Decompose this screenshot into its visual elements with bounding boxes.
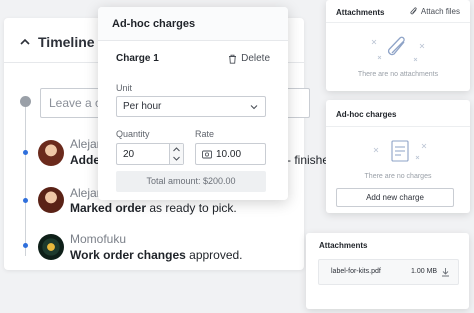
entry-author: Momofuku bbox=[70, 232, 127, 246]
paperclip-icon bbox=[410, 7, 417, 15]
chevron-up-icon[interactable] bbox=[173, 147, 180, 152]
rate-value: 10.00 bbox=[216, 149, 242, 160]
empty-state-text: There are no charges bbox=[364, 173, 432, 180]
entry-text-overflow: - finishe bbox=[287, 153, 330, 167]
entry-text: Marked order as ready to pick. bbox=[70, 201, 237, 215]
adhoc-charges-card: Ad-hoc charges There are no charges Add … bbox=[326, 100, 470, 213]
timeline-title: Timeline bbox=[38, 34, 95, 50]
entry-text: Work order changes approved. bbox=[70, 248, 243, 262]
paperclip-illustration-icon bbox=[371, 36, 425, 62]
card-title: Attachments bbox=[336, 8, 385, 17]
app-canvas: Timeline Leave a co Alejan Adde Alejan M… bbox=[0, 0, 474, 313]
avatar bbox=[38, 140, 64, 166]
attach-files-label: Attach files bbox=[420, 7, 460, 16]
rate-field[interactable]: 10.00 bbox=[195, 143, 266, 165]
attachments-card-with-file: Attachments label-for-kits.pdf 1.00 MB bbox=[306, 233, 469, 309]
money-icon bbox=[202, 150, 212, 159]
delete-button[interactable]: Delete bbox=[228, 53, 270, 64]
quantity-stepper[interactable]: 20 bbox=[116, 143, 184, 165]
file-row[interactable]: label-for-kits.pdf 1.00 MB bbox=[318, 259, 459, 285]
divider bbox=[326, 126, 470, 127]
attach-files-button[interactable]: Attach files bbox=[410, 7, 460, 16]
rate-label: Rate bbox=[195, 129, 215, 139]
unit-select[interactable]: Per hour bbox=[116, 96, 266, 117]
card-title: Attachments bbox=[319, 241, 368, 250]
timeline-dot bbox=[23, 198, 28, 203]
card-title: Ad-hoc charges bbox=[336, 110, 397, 119]
timeline-dot bbox=[23, 243, 28, 248]
chevron-up-icon bbox=[20, 38, 30, 45]
quantity-label: Quantity bbox=[116, 129, 150, 139]
timeline-dot bbox=[23, 150, 28, 155]
file-name: label-for-kits.pdf bbox=[331, 268, 381, 275]
entry-text: Adde bbox=[70, 153, 100, 167]
divider bbox=[326, 22, 470, 23]
adhoc-charges-popover: Ad-hoc charges Charge 1 Delete Unit Per … bbox=[98, 7, 288, 200]
quantity-value: 20 bbox=[123, 149, 135, 160]
charge-header: Charge 1 Delete bbox=[116, 53, 270, 64]
timeline-header[interactable]: Timeline bbox=[20, 34, 95, 50]
chevron-down-icon[interactable] bbox=[173, 156, 180, 161]
avatar bbox=[38, 234, 64, 260]
attachments-card: Attachments Attach files There are no at… bbox=[326, 0, 470, 91]
receipt-illustration-icon bbox=[373, 140, 427, 162]
stepper-controls[interactable] bbox=[169, 144, 183, 164]
avatar bbox=[38, 187, 64, 213]
add-new-charge-button[interactable]: Add new charge bbox=[336, 188, 454, 207]
timeline-line bbox=[25, 106, 26, 256]
unit-label: Unit bbox=[116, 83, 133, 93]
popover-title: Ad-hoc charges bbox=[98, 7, 288, 41]
empty-state-text: There are no attachments bbox=[357, 71, 439, 78]
unit-value: Per hour bbox=[123, 101, 162, 112]
file-size: 1.00 MB bbox=[411, 268, 438, 275]
charge-title: Charge 1 bbox=[116, 53, 159, 64]
total-amount: Total amount: $200.00 bbox=[116, 171, 266, 192]
delete-label: Delete bbox=[241, 53, 270, 64]
download-icon[interactable] bbox=[441, 267, 450, 277]
chevron-down-icon bbox=[250, 105, 258, 110]
trash-icon bbox=[229, 54, 237, 64]
timeline-dot-current bbox=[20, 96, 31, 107]
